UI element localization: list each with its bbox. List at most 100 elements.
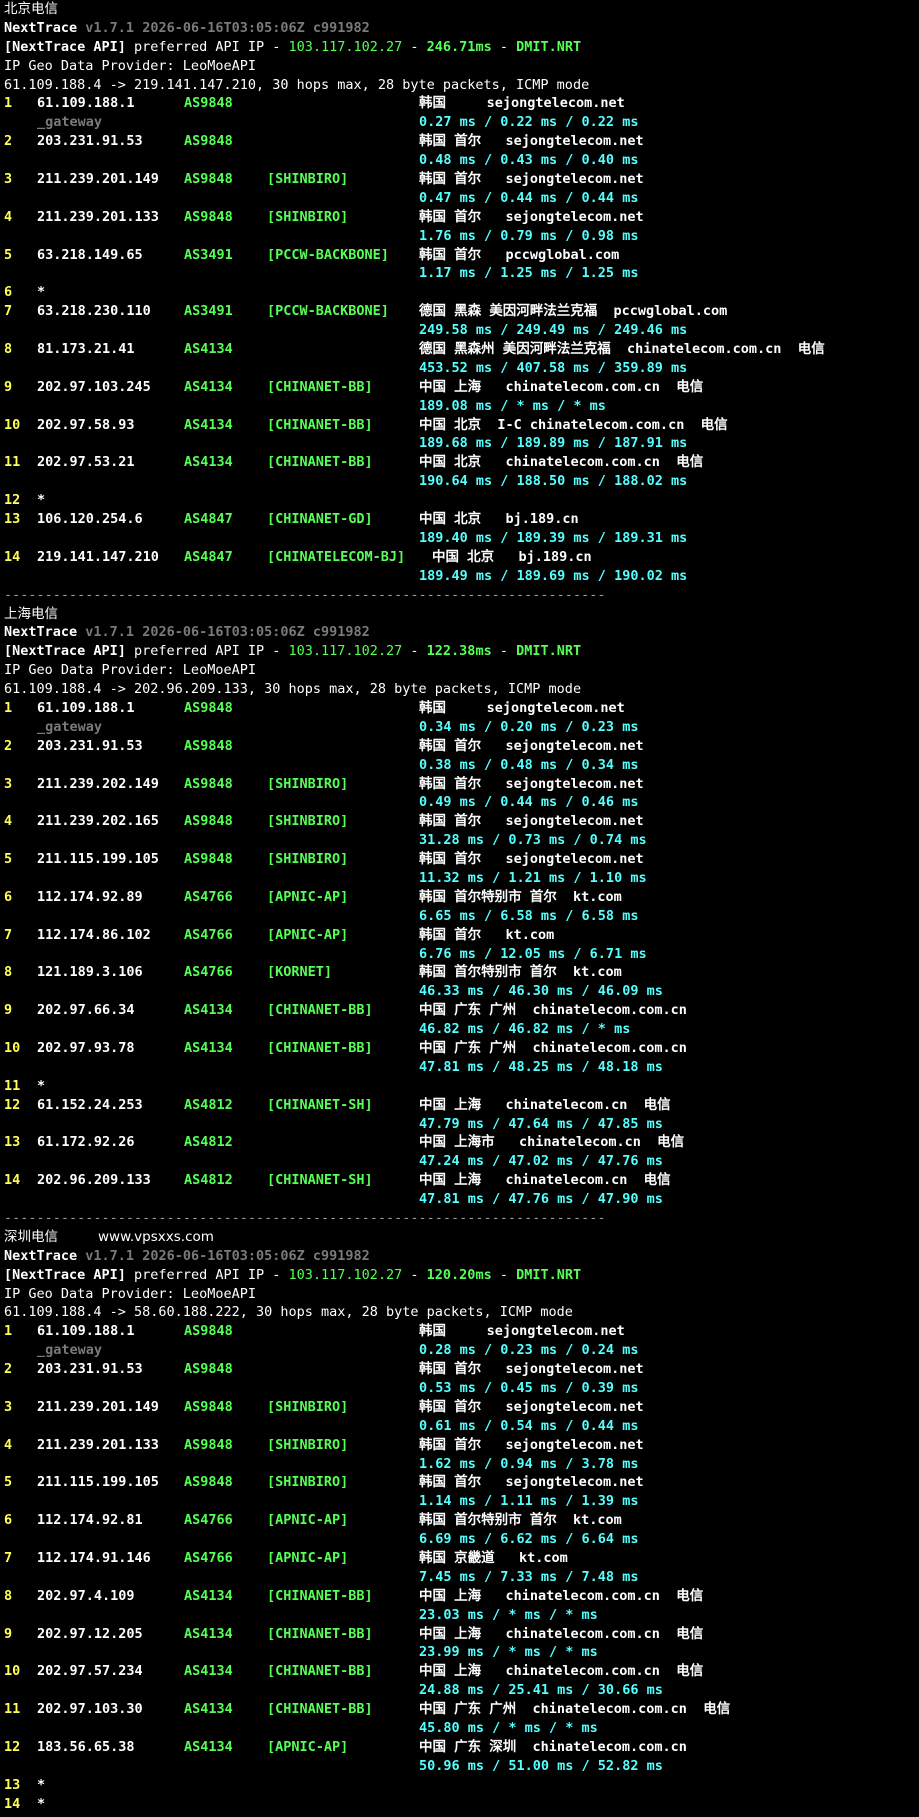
hop-rtt-row: 189.40 ms / 189.39 ms / 189.31 ms (4, 529, 919, 548)
hop-number: 9 (4, 378, 13, 395)
trace-summary: 61.109.188.4 -> 219.141.147.210, 30 hops… (4, 76, 590, 93)
hop-row: 6 112.174.92.89 AS4766 [APNIC-AP] 韩国 首尔特别市 首… (4, 888, 919, 907)
hop-ip: 211.115.199.105 (37, 1474, 159, 1491)
separator-line: ----------------------------------------… (4, 586, 919, 605)
hop-row: 4 211.239.201.133 AS9848 [SHINBIRO] 韩国 首尔 se… (4, 208, 919, 227)
hop-ip: 202.97.103.245 (37, 378, 151, 395)
hop-network-tag: [CHINANET-GD] (267, 511, 373, 528)
hop-rtt: 50.96 ms / 51.00 ms / 52.82 ms (419, 1757, 663, 1774)
hop-geo: 韩国 首尔特别市 首尔 kt.com (419, 964, 622, 981)
hop-number: 13 (4, 1134, 21, 1151)
hop-row: 14 * (4, 1795, 919, 1814)
hop-row: 11 202.97.53.21 AS4134 [CHINANET-BB] 中国 北京 c… (4, 453, 919, 472)
hop-rtt-row: 46.33 ms / 46.30 ms / 46.09 ms (4, 982, 919, 1001)
hop-number: 1 (4, 95, 13, 112)
hop-asn: AS4766 (184, 964, 233, 981)
hop-row: 5 211.115.199.105 AS9848 [SHINBIRO] 韩国 首尔 se… (4, 1473, 919, 1492)
hop-geo: 中国 广东 广州 chinatelecom.com.cn (419, 1039, 687, 1056)
hop-asn: AS4766 (184, 888, 233, 905)
hop-ip: 63.218.230.110 (37, 303, 151, 320)
hop-asn: AS9848 (184, 813, 233, 830)
hop-rtt: 6.65 ms / 6.58 ms / 6.58 ms (419, 907, 639, 924)
hop-geo: 中国 广东 广州 chinatelecom.com.cn 电信 (419, 1701, 731, 1718)
hop-geo: 韩国 首尔 sejongtelecom.net (419, 208, 644, 225)
hop-ip: 63.218.149.65 (37, 246, 143, 263)
hop-row: 8 121.189.3.106 AS4766 [KORNET] 韩国 首尔特别市 首尔 … (4, 963, 919, 982)
hop-rtt: 11.32 ms / 1.21 ms / 1.10 ms (419, 869, 647, 886)
hop-ip: 202.97.103.30 (37, 1701, 143, 1718)
hop-geo: 韩国 首尔 sejongtelecom.net (419, 737, 644, 754)
hop-number: 11 (4, 1701, 21, 1718)
hop-asn: AS4134 (184, 1587, 233, 1604)
hop-ip: * (37, 1795, 46, 1812)
hop-ip: 211.115.199.105 (37, 851, 159, 868)
hop-gateway: _gateway (37, 1342, 103, 1359)
hop-row: 10 202.97.58.93 AS4134 [CHINANET-BB] 中国 北京 I… (4, 416, 919, 435)
hop-asn: AS9848 (184, 1436, 233, 1453)
hop-row: 13 * (4, 1776, 919, 1795)
hop-number: 14 (4, 1795, 21, 1812)
hop-network-tag: [CHINANET-BB] (267, 1587, 373, 1604)
hop-asn: AS4766 (184, 926, 233, 943)
hop-geo: 韩国 首尔特别市 首尔 kt.com (419, 888, 622, 905)
hop-network-tag: [SHINBIRO] (267, 171, 349, 188)
hop-row: 6 * (4, 283, 919, 302)
hop-row: 8 202.97.4.109 AS4134 [CHINANET-BB] 中国 上海 ch… (4, 1587, 919, 1606)
hop-number: 4 (4, 813, 13, 830)
hop-row: 9 202.97.103.245 AS4134 [CHINANET-BB] 中国 上海 … (4, 378, 919, 397)
hop-row: 12 183.56.65.38 AS4134 [APNIC-AP] 中国 广东 深圳 c… (4, 1738, 919, 1757)
hop-network-tag: [PCCW-BACKBONE] (267, 246, 389, 263)
hop-rtt-row: 47.81 ms / 47.76 ms / 47.90 ms (4, 1190, 919, 1209)
hop-number: 2 (4, 133, 13, 150)
hop-row: 1 61.109.188.1 AS9848 韩国 sejongtelecom.net (4, 1322, 919, 1341)
hop-number: 4 (4, 208, 13, 225)
hop-row: 2 203.231.91.53 AS9848 韩国 首尔 sejongtelecom.… (4, 132, 919, 151)
api-dash: - (491, 1266, 517, 1283)
hop-asn: AS9848 (184, 133, 233, 150)
hop-geo: 韩国 首尔 sejongtelecom.net (419, 1361, 644, 1378)
hop-rtt: 23.99 ms / * ms / * ms (419, 1644, 598, 1661)
hop-rtt-row: 47.79 ms / 47.64 ms / 47.85 ms (4, 1115, 919, 1134)
hop-row: 13 61.172.92.26 AS4812 中国 上海市 chinatelecom.… (4, 1133, 919, 1152)
hop-network-tag: [CHINANET-BB] (267, 378, 373, 395)
hop-rtt-row: 0.38 ms / 0.48 ms / 0.34 ms (4, 756, 919, 775)
hop-rtt: 189.68 ms / 189.89 ms / 187.91 ms (419, 435, 688, 452)
hop-number: 10 (4, 1039, 21, 1056)
hop-geo: 中国 上海市 chinatelecom.cn 电信 (419, 1134, 685, 1151)
hop-ip: 112.174.91.146 (37, 1550, 151, 1567)
hop-network-tag: [CHINANET-BB] (267, 1039, 373, 1056)
version-info: v1.7.1 2026-06-16T03:05:06Z c991982 (85, 19, 370, 36)
hop-number: 6 (4, 888, 13, 905)
hop-rtt-row: 189.08 ms / * ms / * ms (4, 397, 919, 416)
hop-asn: AS9848 (184, 737, 233, 754)
hop-number: 13 (4, 511, 21, 528)
hop-row: 7 112.174.86.102 AS4766 [APNIC-AP] 韩国 首尔 kt.… (4, 926, 919, 945)
hop-ip: 202.97.58.93 (37, 416, 135, 433)
hop-rtt: 47.81 ms / 48.25 ms / 48.18 ms (419, 1058, 663, 1075)
hop-number: 4 (4, 1436, 13, 1453)
hop-ip: 202.97.93.78 (37, 1039, 135, 1056)
separator: ----------------------------------------… (4, 586, 606, 603)
hop-ip: 61.152.24.253 (37, 1096, 143, 1113)
hop-geo: 中国 北京 bj.189.cn (419, 511, 579, 528)
hop-rtt-row: 7.45 ms / 7.33 ms / 7.48 ms (4, 1568, 919, 1587)
hop-asn: AS9848 (184, 851, 233, 868)
api-dash: - (491, 643, 517, 660)
hop-network-tag: [CHINANET-BB] (267, 416, 373, 433)
hop-network-tag: [SHINBIRO] (267, 813, 349, 830)
hop-network-tag: [CHINANET-SH] (267, 1096, 373, 1113)
hop-asn: AS4812 (184, 1096, 233, 1113)
hop-rtt-row: _gateway 0.27 ms / 0.22 ms / 0.22 ms (4, 113, 919, 132)
terminal-output: 北京电信 NextTrace v1.7.1 2026-06-16T03:05:06… (0, 0, 919, 1817)
geo-provider: IP Geo Data Provider: LeoMoeAPI (4, 1285, 256, 1302)
hop-network-tag: [CHINANET-BB] (267, 1701, 373, 1718)
hop-asn: AS9848 (184, 95, 233, 112)
api-ip: 103.117.102.27 (288, 38, 403, 55)
hop-geo: 韩国 首尔 sejongtelecom.net (419, 1436, 644, 1453)
hop-rtt-row: 45.80 ms / * ms / * ms (4, 1719, 919, 1738)
hop-row: 6 112.174.92.81 AS4766 [APNIC-AP] 韩国 首尔特别市 首… (4, 1511, 919, 1530)
api-line: [NextTrace API] preferred API IP - 103.1… (4, 1266, 919, 1285)
hop-asn: AS4134 (184, 1738, 233, 1755)
hop-geo: 韩国 首尔 sejongtelecom.net (419, 813, 644, 830)
hop-rtt: 0.47 ms / 0.44 ms / 0.44 ms (419, 189, 639, 206)
